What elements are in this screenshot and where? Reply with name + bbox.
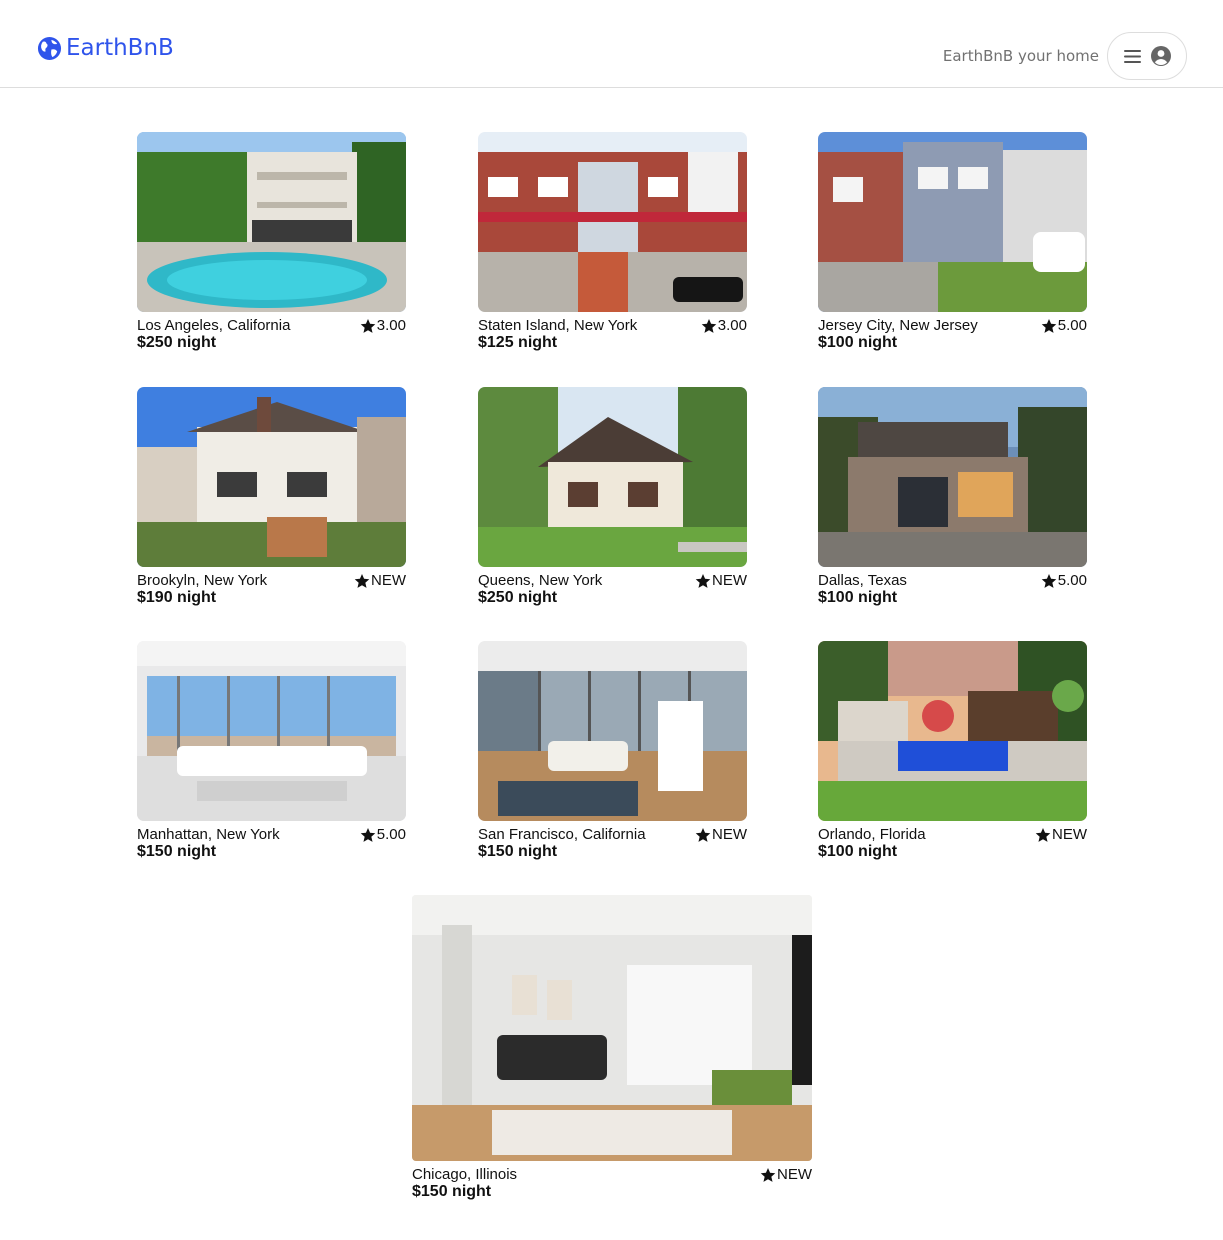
- rating-value: NEW: [777, 1166, 812, 1183]
- listing-card[interactable]: San Francisco, California $150 night NEW: [478, 641, 747, 862]
- listing-price: $150 night: [478, 843, 558, 860]
- rating-value: NEW: [712, 826, 747, 843]
- top-nav: EarthBnB EarthBnB your home: [0, 0, 1223, 88]
- brand-name: EarthBnB: [66, 35, 174, 61]
- listing-price: $150 night: [412, 1183, 492, 1200]
- listing-photo[interactable]: [478, 387, 747, 567]
- listing-location: Jersey City, New Jersey: [818, 317, 978, 334]
- listing-location: Dallas, Texas: [818, 572, 907, 589]
- listing-price: $250 night: [137, 334, 217, 351]
- listing-rating: NEW: [1035, 826, 1087, 843]
- listing-location: Manhattan, New York: [137, 826, 280, 843]
- host-link[interactable]: EarthBnB your home: [943, 47, 1099, 65]
- listing-photo[interactable]: [818, 132, 1087, 312]
- listing-rating: 5.00: [360, 826, 406, 843]
- listing-card[interactable]: Chicago, Illinois $150 night NEW: [412, 895, 812, 1202]
- listing-card[interactable]: Orlando, Florida $100 night NEW: [818, 641, 1087, 862]
- listing-price: $125 night: [478, 334, 558, 351]
- listing-photo[interactable]: [478, 132, 747, 312]
- listing-location: Chicago, Illinois: [412, 1166, 518, 1183]
- listing-photo[interactable]: [412, 895, 812, 1161]
- star-icon: [360, 318, 376, 333]
- listing-card[interactable]: Staten Island, New York $125 night 3.00: [478, 132, 747, 353]
- star-icon: [354, 573, 370, 588]
- user-menu-button[interactable]: [1107, 32, 1187, 80]
- star-icon: [1035, 827, 1051, 842]
- listing-rating: NEW: [695, 572, 747, 589]
- star-icon: [360, 827, 376, 842]
- listing-photo[interactable]: [818, 641, 1087, 821]
- listing-card[interactable]: Brookyln, New York $190 night NEW: [137, 387, 406, 608]
- listing-card[interactable]: Jersey City, New Jersey $100 night 5.00: [818, 132, 1087, 353]
- rating-value: 5.00: [376, 826, 406, 843]
- rating-value: 5.00: [1057, 572, 1087, 589]
- user-circle-icon: [1150, 46, 1171, 66]
- listing-price: $100 night: [818, 589, 898, 606]
- rating-value: 5.00: [1057, 317, 1087, 334]
- listing-card[interactable]: Queens, New York $250 night NEW: [478, 387, 747, 608]
- listing-photo[interactable]: [137, 641, 406, 821]
- rating-value: NEW: [1052, 826, 1087, 843]
- listing-price: $190 night: [137, 589, 217, 606]
- listing-rating: 5.00: [1041, 317, 1087, 334]
- listing-price: $100 night: [818, 843, 898, 860]
- listing-card[interactable]: Los Angeles, California $250 night 3.00: [137, 132, 406, 353]
- star-icon: [695, 573, 711, 588]
- star-icon: [701, 318, 717, 333]
- rating-value: 3.00: [376, 317, 406, 334]
- listing-rating: NEW: [760, 1166, 812, 1183]
- listing-photo[interactable]: [818, 387, 1087, 567]
- brand-logo[interactable]: EarthBnB: [37, 35, 174, 61]
- listing-price: $100 night: [818, 334, 898, 351]
- listing-price: $150 night: [137, 843, 217, 860]
- listing-location: Orlando, Florida: [818, 826, 926, 843]
- listing-price: $250 night: [478, 589, 558, 606]
- listing-location: Staten Island, New York: [478, 317, 638, 334]
- star-icon: [695, 827, 711, 842]
- listing-rating: 3.00: [701, 317, 747, 334]
- listing-location: Queens, New York: [478, 572, 603, 589]
- listing-photo[interactable]: [478, 641, 747, 821]
- listing-location: Brookyln, New York: [137, 572, 268, 589]
- listing-rating: NEW: [354, 572, 406, 589]
- rating-value: NEW: [371, 572, 406, 589]
- hamburger-icon: [1123, 49, 1141, 63]
- listing-card[interactable]: Manhattan, New York $150 night 5.00: [137, 641, 406, 862]
- listing-rating: NEW: [695, 826, 747, 843]
- star-icon: [1041, 318, 1057, 333]
- listing-location: Los Angeles, California: [137, 317, 291, 334]
- globe-icon: [37, 36, 62, 60]
- listing-photo[interactable]: [137, 387, 406, 567]
- star-icon: [1041, 573, 1057, 588]
- listing-photo[interactable]: [137, 132, 406, 312]
- star-icon: [760, 1167, 776, 1182]
- listing-rating: 3.00: [360, 317, 406, 334]
- listing-rating: 5.00: [1041, 572, 1087, 589]
- rating-value: NEW: [712, 572, 747, 589]
- rating-value: 3.00: [717, 317, 747, 334]
- listing-location: San Francisco, California: [478, 826, 646, 843]
- listing-card[interactable]: Dallas, Texas $100 night 5.00: [818, 387, 1087, 608]
